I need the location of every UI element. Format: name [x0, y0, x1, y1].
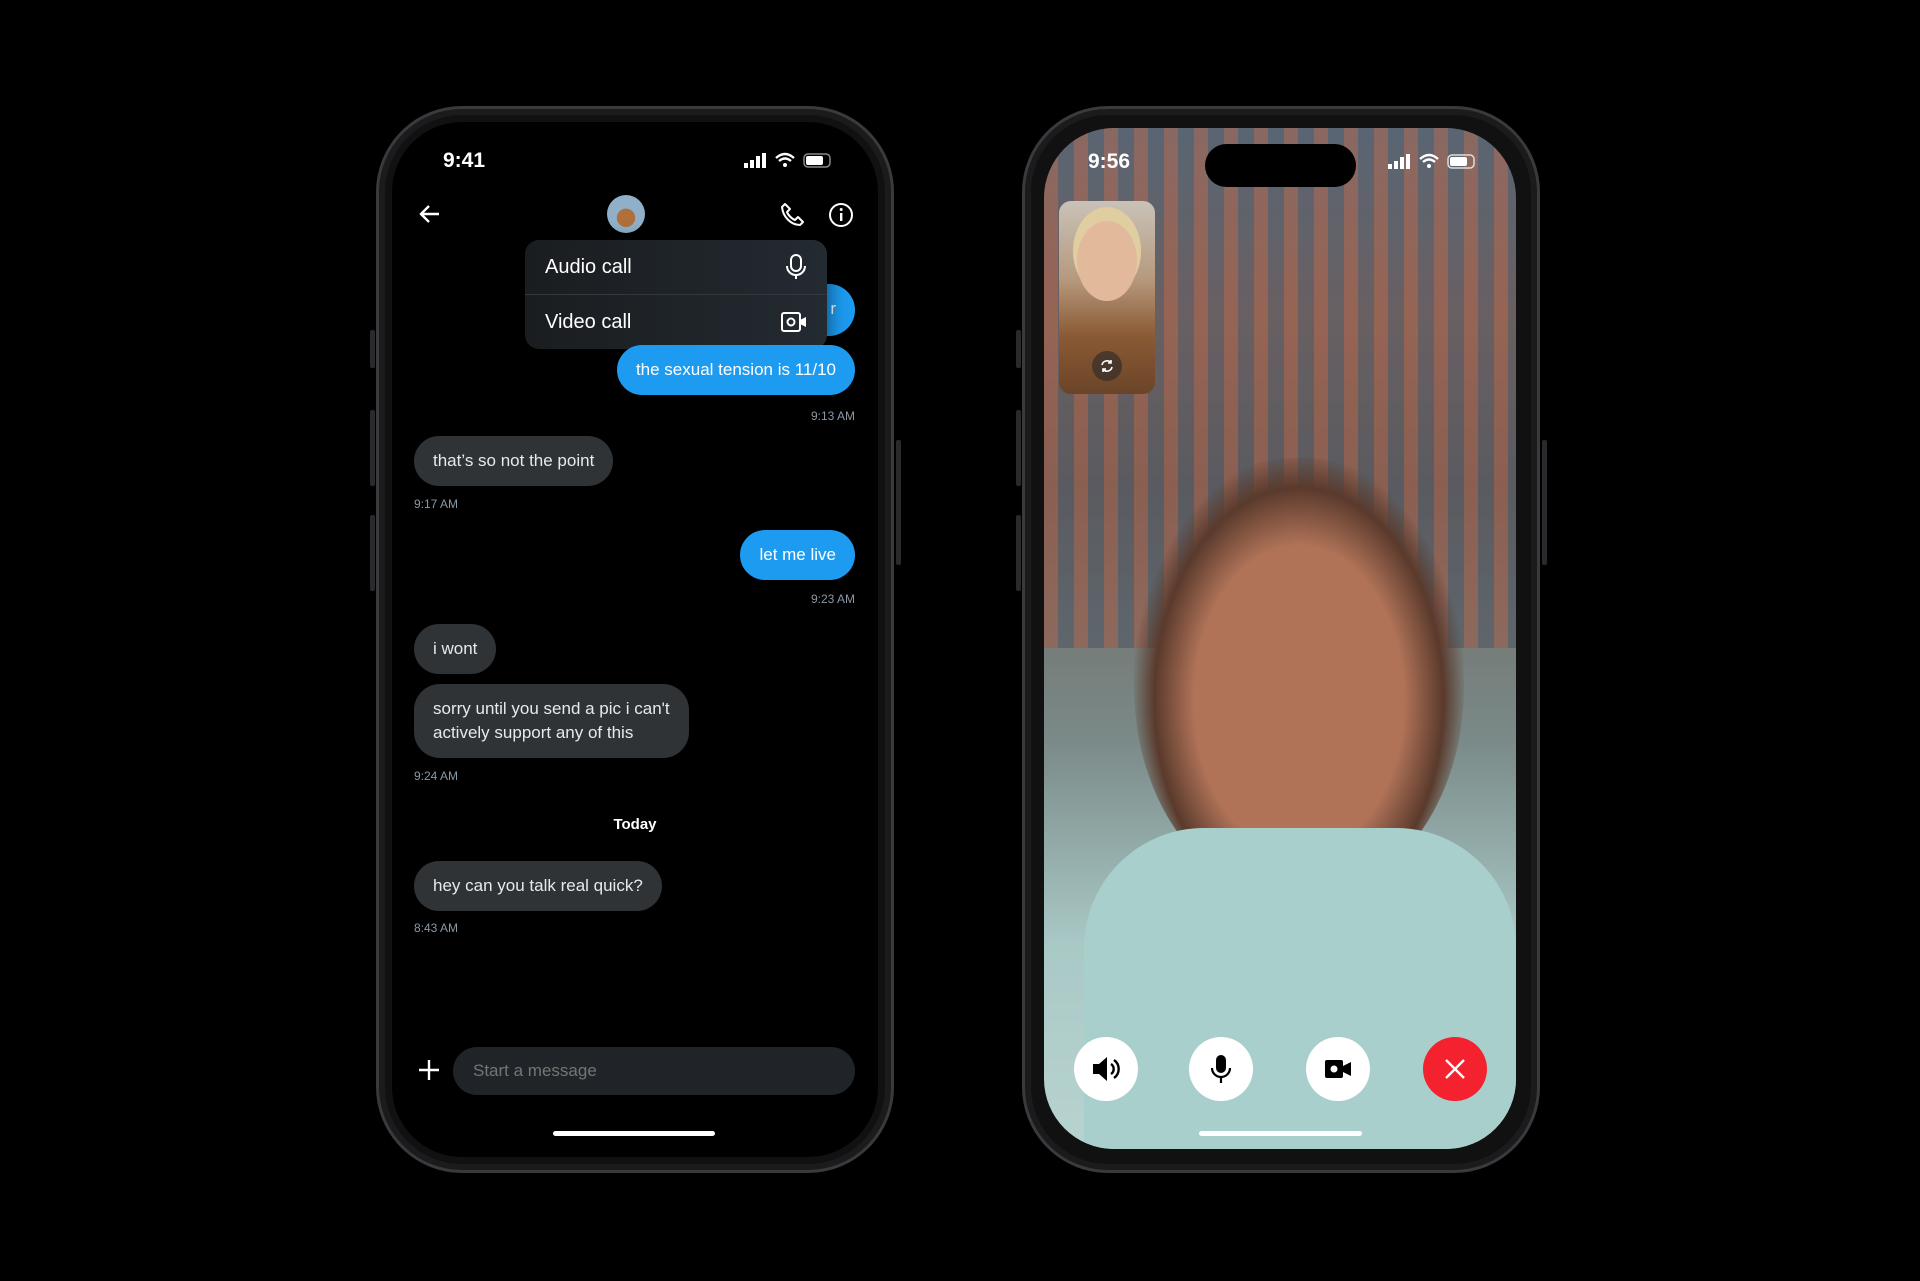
menu-item-video-call[interactable]: Video call: [525, 295, 827, 349]
camera-flip-icon: [1101, 360, 1113, 372]
message-time: 8:43 AM: [414, 921, 459, 935]
message-time: 9:24 AM: [414, 769, 459, 783]
status-time: 9:56: [1088, 150, 1131, 173]
message-text: actively support any of this: [433, 723, 634, 742]
side-button: [1016, 410, 1021, 486]
end-call-button[interactable]: [1423, 1037, 1487, 1101]
arrow-left-icon[interactable]: [418, 202, 442, 226]
menu-item-audio-call[interactable]: Audio call: [525, 240, 827, 294]
avatar[interactable]: [607, 195, 645, 233]
self-view-pip[interactable]: [1059, 201, 1155, 394]
message-bubble[interactable]: let me live: [740, 530, 855, 580]
info-icon[interactable]: [828, 202, 854, 228]
message-bubble[interactable]: sorry until you send a pic i can't active…: [414, 684, 689, 758]
phone-icon[interactable]: [780, 202, 806, 228]
side-button: [1016, 515, 1021, 591]
date-divider: Today: [613, 816, 657, 833]
side-button: [896, 440, 901, 565]
home-indicator[interactable]: [553, 1131, 715, 1136]
mute-button[interactable]: [1189, 1037, 1253, 1101]
message-time: 9:13 AM: [810, 409, 855, 423]
video-camera-icon: [1325, 1060, 1351, 1078]
remote-video-feed: 9:56: [1044, 128, 1516, 1149]
message-text: the sexual tension is 11/10: [635, 360, 836, 379]
microphone-icon: [1210, 1055, 1232, 1083]
call-menu: Audio call Video call: [525, 240, 827, 349]
camera-button[interactable]: [1306, 1037, 1370, 1101]
close-icon: [1445, 1059, 1465, 1079]
message-time: 9:17 AM: [414, 497, 459, 511]
video-camera-icon: [781, 312, 806, 332]
message-bubble[interactable]: hey can you talk real quick?: [414, 861, 662, 911]
chat-screen: 9:41 r Audio call Video call the sexual …: [392, 122, 878, 1157]
message-bubble[interactable]: the sexual tension is 11/10: [616, 345, 855, 395]
message-text: let me live: [759, 545, 836, 564]
side-button: [1016, 330, 1021, 368]
camera-flip-button[interactable]: [1092, 351, 1122, 381]
home-indicator[interactable]: [1199, 1131, 1362, 1136]
side-button: [370, 515, 375, 591]
message-text: sorry until you send a pic i can't: [433, 699, 670, 718]
message-text: i wont: [433, 639, 478, 658]
microphone-icon: [786, 254, 806, 279]
side-button: [370, 330, 375, 368]
message-bubble[interactable]: i wont: [414, 624, 497, 674]
message-text: r: [830, 299, 836, 318]
side-button: [370, 410, 375, 486]
speaker-icon: [1093, 1057, 1120, 1081]
message-time: 9:23 AM: [810, 592, 855, 606]
message-input[interactable]: [453, 1047, 855, 1095]
plus-icon[interactable]: [418, 1059, 440, 1081]
status-time: 9:41: [443, 149, 486, 172]
message-text: that’s so not the point: [433, 451, 595, 470]
message-bubble[interactable]: that’s so not the point: [414, 436, 614, 486]
dynamic-island: [1205, 144, 1356, 187]
message-text: hey can you talk real quick?: [433, 876, 643, 895]
speaker-button[interactable]: [1074, 1037, 1138, 1101]
self-face: [1077, 221, 1137, 301]
menu-item-label: Audio call: [545, 255, 632, 278]
menu-item-label: Video call: [545, 310, 632, 333]
status-icons: [744, 152, 831, 168]
status-icons: [1388, 153, 1475, 169]
side-button: [1542, 440, 1547, 565]
